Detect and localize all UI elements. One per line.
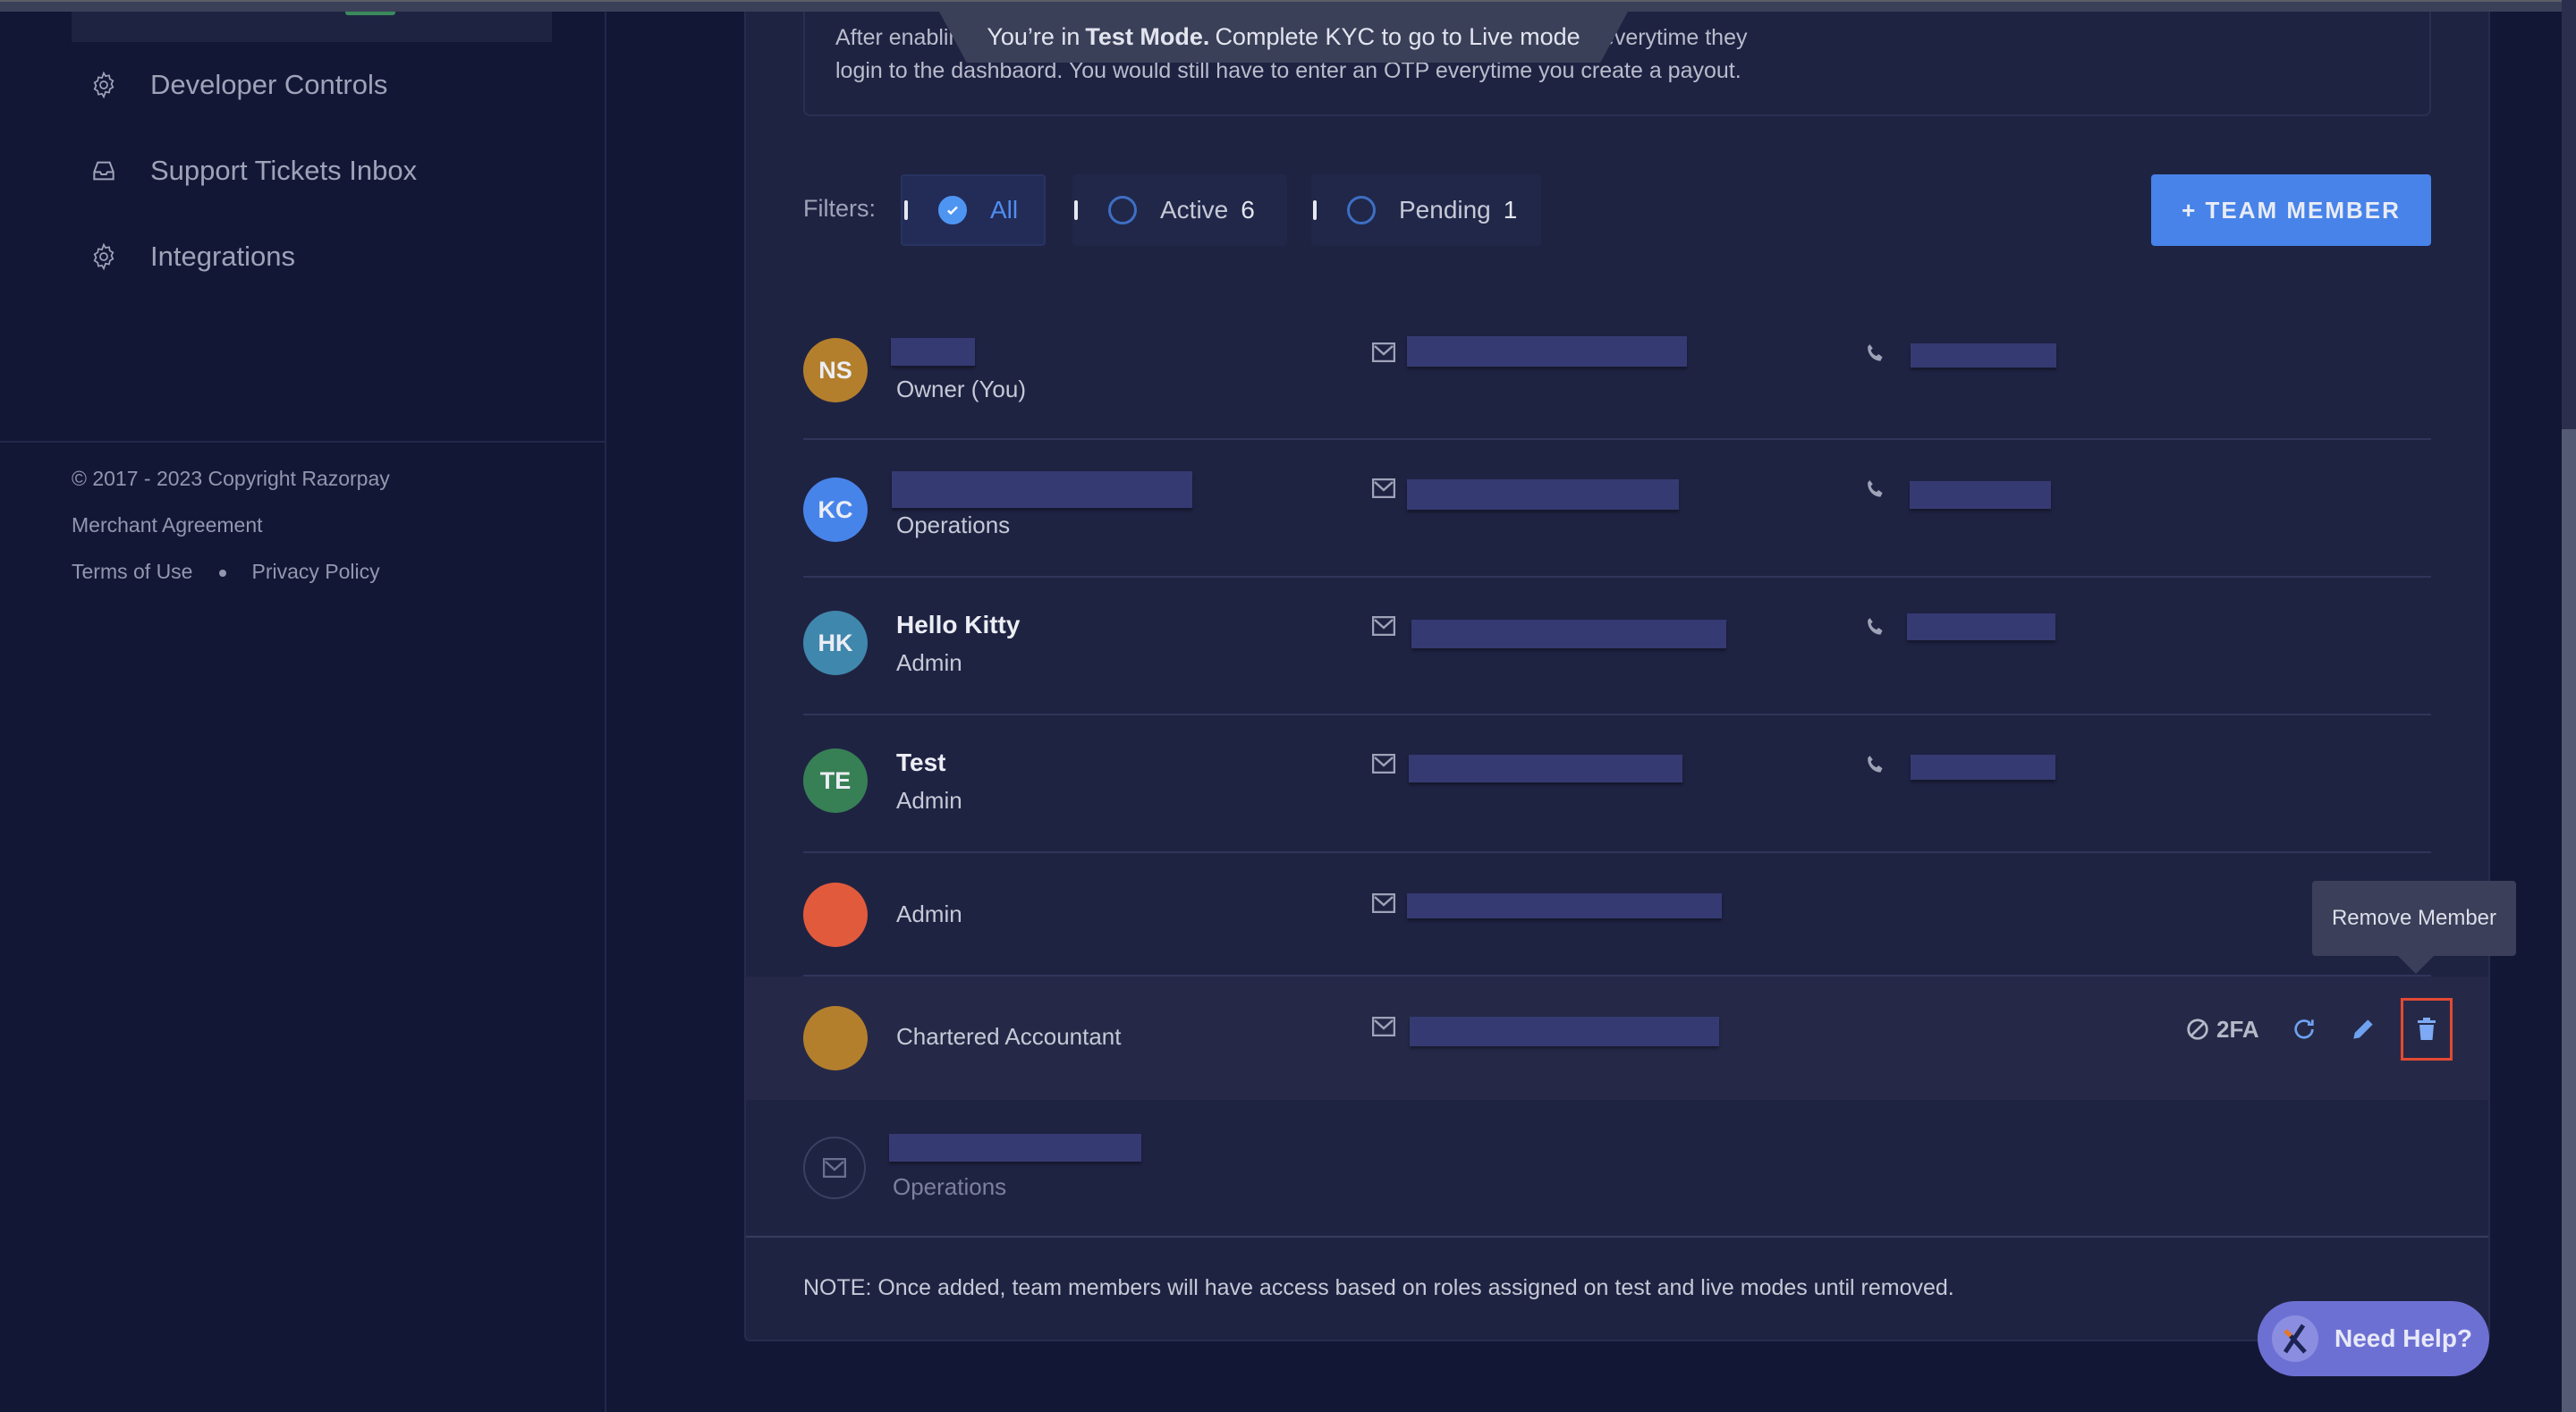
avatar: NS [803,338,868,402]
chip-marker [1074,200,1078,220]
filter-count: 6 [1241,196,1255,224]
sidebar-item-label: Integrations [150,241,295,272]
razorpay-logo-icon [2272,1315,2318,1362]
member-row[interactable]: KC Operations [803,440,2431,578]
terms-of-use-link[interactable]: Terms of Use [72,560,192,583]
twofa-status[interactable]: 2FA [2186,1016,2259,1044]
filter-count: 1 [1503,196,1518,224]
email-redacted [1407,479,1679,510]
email-redacted [1407,893,1722,918]
member-role: Operations [896,512,1011,538]
sidebar-item-label: Support Tickets Inbox [150,155,418,186]
copyright-text: © 2017 - 2023 Copyright Razorpay [72,467,390,490]
filter-active[interactable]: Active 6 [1072,174,1287,246]
radio-icon [1347,196,1376,224]
member-role: Admin [896,649,962,676]
note-divider [746,1236,2488,1238]
sidebar-item-integrations[interactable]: Integrations [89,234,295,279]
inbox-icon [93,161,114,181]
member-row[interactable]: HK Hello Kitty Admin [803,578,2431,715]
avatar [803,883,868,947]
sidebar-item-label: Developer Controls [150,69,388,100]
need-help-button[interactable]: Need Help? [2258,1301,2489,1376]
pending-member-row[interactable]: Operations [803,1100,2431,1236]
disabled-icon [2187,1019,2208,1040]
member-name-redacted [892,471,1192,508]
phone-redacted [1907,613,2055,640]
mail-icon [1372,893,1395,913]
test-mode-label: Test Mode. [1085,23,1210,50]
add-team-member-button[interactable]: + TEAM MEMBER [2151,174,2431,246]
member-role: Admin [896,900,962,927]
member-role: Owner (You) [896,376,1026,402]
phone-icon [1868,344,1883,361]
member-role: Operations [893,1173,1007,1200]
phone-redacted [1910,481,2051,509]
chip-marker [1313,200,1317,220]
avatar: KC [803,478,868,542]
separator-dot [219,569,227,577]
privacy-policy-link[interactable]: Privacy Policy [251,560,379,583]
phone-icon [1868,480,1883,497]
footer-links: Terms of Use Privacy Policy [72,560,380,584]
note-text: NOTE: Once added, team members will have… [803,1275,1954,1300]
phone-redacted [1911,755,2055,780]
remove-member-button[interactable] [2400,998,2453,1061]
email-redacted [1407,336,1687,367]
mail-icon [1372,754,1395,774]
avatar [803,1006,868,1070]
mail-icon [1372,616,1395,636]
member-row[interactable]: TE Test Admin [803,715,2431,853]
avatar: TE [803,748,868,813]
need-help-label: Need Help? [2334,1324,2473,1352]
sidebar: Developer Controls Support Tickets Inbox… [0,0,606,1412]
gear-icon [93,242,114,271]
avatar: HK [803,611,868,675]
mail-icon [1372,1017,1395,1036]
sidebar-item-active[interactable] [72,12,552,42]
filter-label: All [990,196,1019,224]
radio-icon [1108,196,1137,224]
check-circle-icon [938,196,967,224]
phone-redacted [1911,343,2056,368]
filter-label: Pending [1399,196,1491,224]
mail-icon [1372,342,1395,362]
sidebar-divider [0,441,606,443]
test-mode-banner: You’re in Test Mode. Complete KYC to go to… [939,12,1628,63]
member-role: Chartered Accountant [896,1023,1122,1050]
scrollbar-thumb[interactable] [2562,429,2576,1412]
chip-marker [904,200,908,220]
member-name: Test [896,748,946,776]
email-redacted [889,1134,1141,1162]
phone-icon [1868,756,1883,773]
row-actions: 2FA [2186,998,2453,1061]
new-badge [345,12,395,15]
member-name: Hello Kitty [896,611,1021,638]
phone-icon [1868,618,1883,635]
member-role: Admin [896,787,962,814]
member-row[interactable]: Admin [803,853,2431,977]
browser-top-bar [0,0,2576,12]
sidebar-item-developer-controls[interactable]: Developer Controls [89,63,387,107]
trash-icon [2417,1018,2436,1040]
filter-all[interactable]: All [901,174,1046,246]
mail-icon [823,1158,846,1178]
member-name-redacted [891,338,975,366]
edit-pencil-icon[interactable] [2349,1015,2377,1044]
filter-label: Active [1160,196,1229,224]
sidebar-item-support-tickets[interactable]: Support Tickets Inbox [89,148,417,193]
email-redacted [1409,755,1682,782]
member-row[interactable]: NS Owner (You) [803,304,2431,440]
resend-refresh-icon[interactable] [2290,1015,2318,1044]
filters-label: Filters: [803,195,876,222]
mail-icon [1372,478,1395,498]
twofa-label: 2FA [2216,1015,2259,1043]
email-redacted [1411,620,1726,648]
filter-pending[interactable]: Pending 1 [1311,174,1541,246]
email-redacted [1410,1017,1719,1046]
remove-member-tooltip: Remove Member [2312,881,2516,974]
pending-avatar [803,1137,866,1199]
gear-icon [93,71,114,99]
merchant-agreement-link[interactable]: Merchant Agreement [72,513,263,537]
